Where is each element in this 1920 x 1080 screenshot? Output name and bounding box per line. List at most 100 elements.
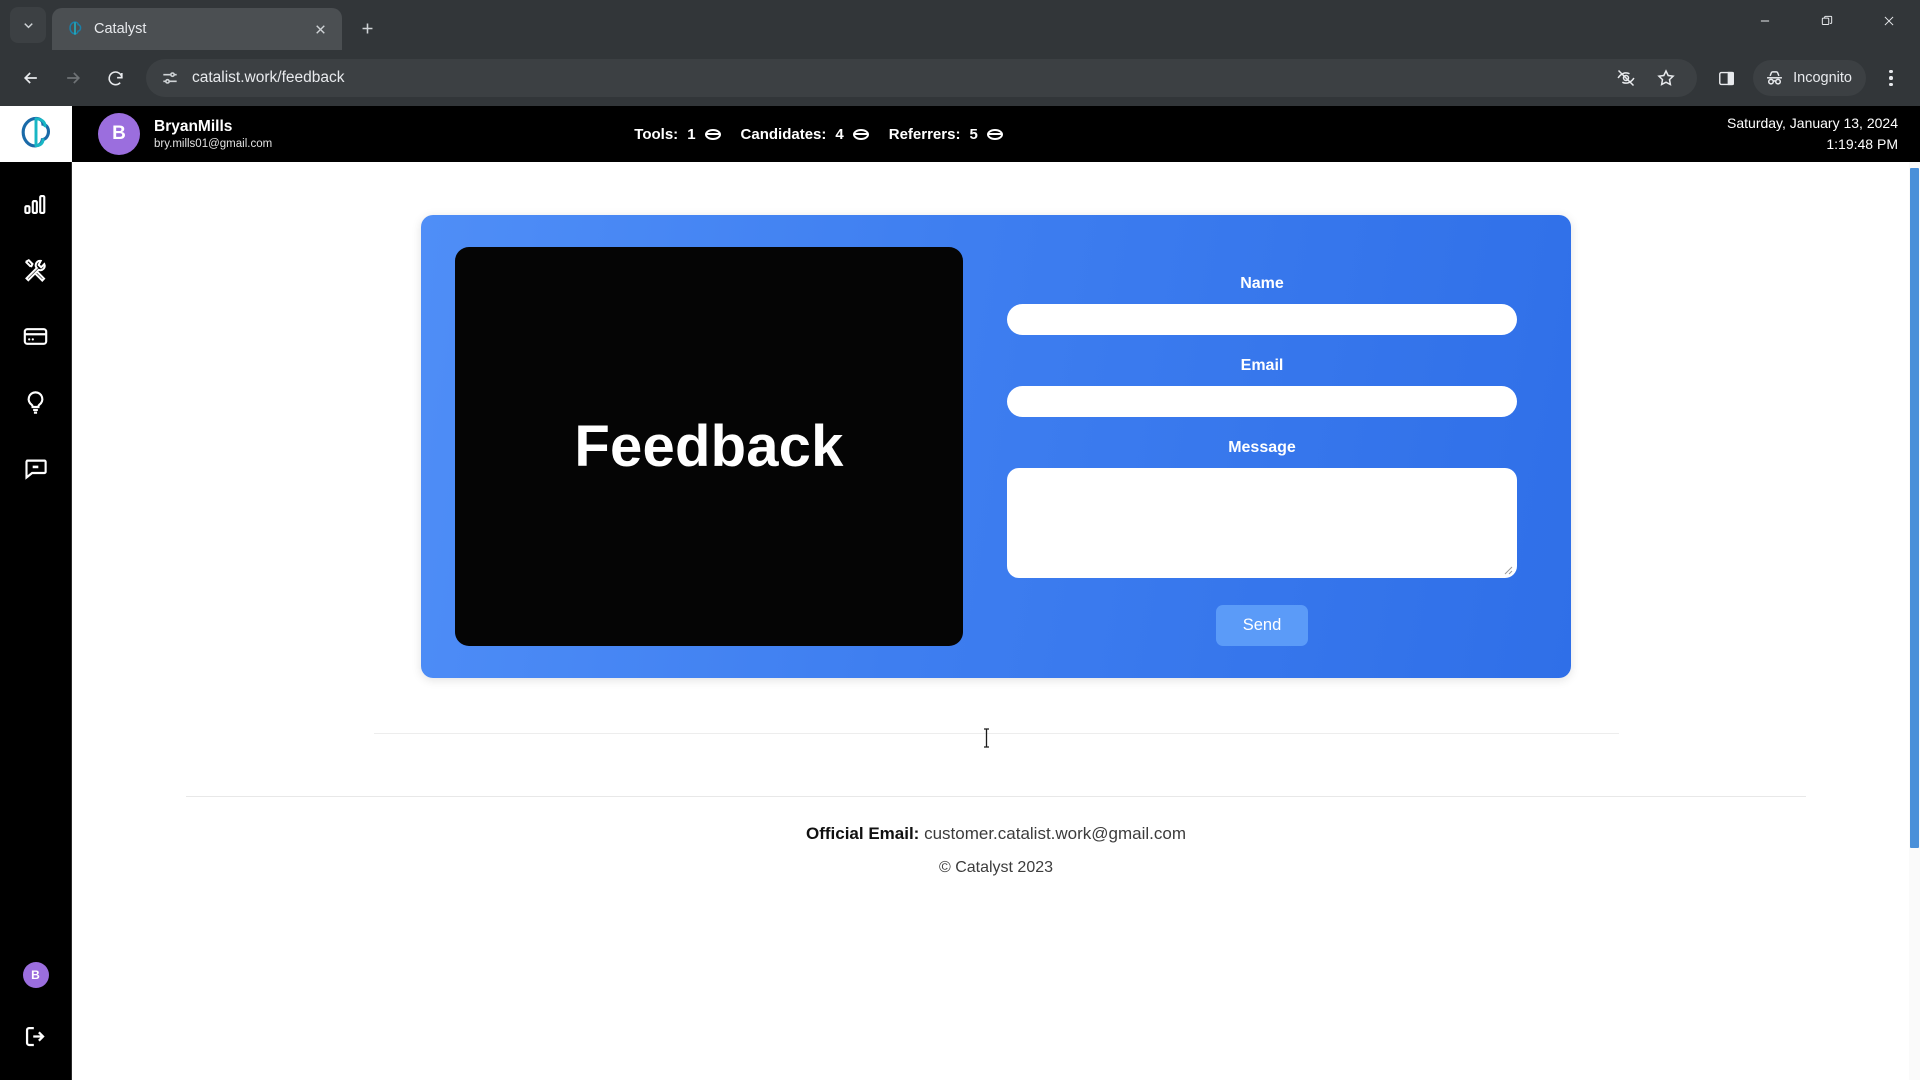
sidebar-bottom: B [14, 962, 58, 1080]
footer-email-label: Official Email: [805, 824, 920, 843]
field-name: Name [1007, 275, 1517, 335]
scrollbar-thumb[interactable] [1910, 168, 1919, 848]
footer-copyright: © Catalyst 2023 [938, 859, 1054, 876]
coin-icon [704, 128, 721, 140]
header-date: Saturday, January 13, 2024 [1727, 115, 1898, 131]
divider-upper [373, 733, 1619, 734]
content-column: B BryanMills bry.mills01@gmail.com Tools… [72, 106, 1920, 1080]
stat-value: 4 [835, 125, 844, 143]
stat-label: Tools: [634, 125, 679, 143]
page-scrollbar[interactable] [1909, 162, 1920, 1080]
header-stats: Tools: 1 Candidates: 4 Referrers: 5 [634, 126, 1003, 143]
tab-search-button[interactable] [10, 7, 46, 43]
address-bar-url: catalist.work/feedback [192, 69, 345, 86]
email-input[interactable] [1007, 386, 1517, 417]
footer-email: Official Email: customer.catalist.work@g… [806, 824, 1186, 844]
stat-label: Referrers: [888, 125, 961, 143]
arrow-left-icon [23, 72, 37, 84]
stat-value: 1 [687, 125, 696, 143]
bookmark-button[interactable] [1649, 61, 1683, 95]
credit-card-icon [23, 327, 48, 345]
stat-referrers: Referrers: 5 [889, 126, 1003, 143]
eye-slash-icon [1617, 69, 1635, 87]
close-icon [1884, 16, 1894, 26]
user-name: BryanMills [154, 118, 233, 136]
chevron-down-icon [23, 22, 33, 28]
side-panel-icon [1718, 71, 1734, 85]
address-bar[interactable]: catalist.work/feedback [146, 59, 1698, 97]
feedback-page: Feedback Name Email Message Send Officia… [72, 162, 1920, 1080]
feedback-card: Feedback Name Email Message Send [421, 215, 1571, 678]
close-icon [315, 24, 325, 34]
arrow-right-icon [67, 72, 81, 84]
sidebar-nav [14, 162, 58, 490]
sidebar-logo[interactable] [0, 106, 72, 162]
coin-icon [852, 128, 869, 140]
field-email: Email [1007, 357, 1517, 417]
message-textarea[interactable] [1007, 468, 1517, 578]
catalyst-logo-icon [21, 116, 50, 148]
forward-button[interactable] [54, 59, 92, 97]
avatar: B [98, 113, 140, 155]
new-tab-button[interactable] [350, 11, 384, 45]
stat-candidates: Candidates: 4 [741, 126, 869, 143]
header-time: 1:19:48 PM [1826, 136, 1898, 152]
reload-button[interactable] [96, 59, 134, 97]
header-user[interactable]: B BryanMills bry.mills01@gmail.com [98, 113, 272, 155]
chat-bubble-icon [25, 459, 47, 480]
lightbulb-icon [27, 390, 44, 414]
browser-menu-button[interactable] [1874, 59, 1908, 97]
stat-value: 5 [969, 125, 978, 143]
window-controls [1734, 0, 1920, 50]
tab-close-button[interactable] [308, 17, 332, 41]
logout-icon [25, 1026, 45, 1046]
message-label: Message [1228, 439, 1296, 456]
name-label: Name [1240, 275, 1284, 292]
bar-chart-icon [24, 194, 46, 214]
star-icon [1657, 69, 1675, 86]
reload-icon [107, 70, 123, 85]
browser-window: Catalyst catalist.work/feedback Incognit… [0, 0, 1920, 1080]
browser-tab-catalyst[interactable]: Catalyst [52, 8, 342, 50]
header-datetime: Saturday, January 13, 2024 1:19:48 PM [1727, 113, 1898, 155]
email-label: Email [1240, 357, 1284, 374]
back-button[interactable] [12, 59, 50, 97]
feedback-form: Name Email Message Send [987, 247, 1537, 646]
page-viewport: B B BryanMills bry.mills01@gmail.com Too… [0, 106, 1920, 1080]
sidebar-avatar[interactable]: B [22, 962, 49, 988]
restore-icon [1821, 15, 1833, 25]
browser-toolbar: catalist.work/feedback Incognito [0, 50, 1920, 106]
field-message: Message [1007, 439, 1517, 578]
divider-lower [186, 796, 1806, 797]
tracking-protection-button[interactable] [1609, 61, 1643, 95]
sidebar-item-logout[interactable] [14, 1014, 58, 1058]
window-restore-button[interactable] [1796, 0, 1858, 42]
page-footer: Official Email: customer.catalist.work@g… [806, 824, 1186, 877]
sidebar-item-ideas[interactable] [14, 380, 58, 424]
incognito-icon [1767, 70, 1783, 85]
stat-tools: Tools: 1 [634, 125, 721, 143]
incognito-indicator[interactable]: Incognito [1753, 60, 1866, 96]
incognito-label: Incognito [1793, 70, 1852, 86]
three-dot-menu-icon [1889, 69, 1893, 74]
sidebar-item-tools[interactable] [14, 248, 58, 292]
stat-label: Candidates: [740, 125, 827, 143]
name-input[interactable] [1007, 304, 1517, 335]
sidebar-item-billing[interactable] [14, 314, 58, 358]
text-cursor-icon [984, 728, 989, 748]
tab-strip: Catalyst [0, 0, 1920, 50]
sidebar-item-feedback[interactable] [14, 446, 58, 490]
tools-icon [25, 258, 46, 282]
catalyst-favicon-icon [69, 21, 82, 35]
user-email: bry.mills01@gmail.com [154, 137, 273, 150]
page-title: Feedback [574, 414, 844, 479]
sidebar-item-dashboard[interactable] [14, 182, 58, 226]
coin-icon [986, 128, 1003, 140]
side-panel-button[interactable] [1709, 61, 1743, 95]
app-header: B BryanMills bry.mills01@gmail.com Tools… [72, 106, 1920, 162]
send-button[interactable]: Send [1215, 605, 1309, 646]
page-settings-icon[interactable] [160, 68, 180, 88]
window-minimize-button[interactable] [1734, 0, 1796, 42]
window-close-button[interactable] [1858, 0, 1920, 42]
plus-icon [362, 23, 372, 33]
